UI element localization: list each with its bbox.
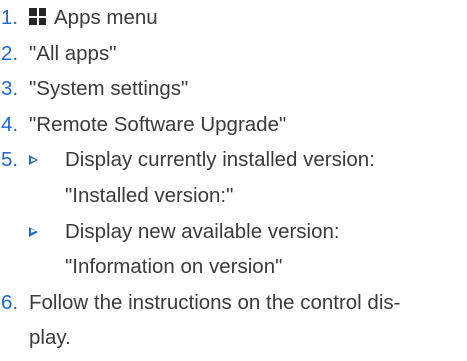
sub-step-new-version: Display new available version: "Informat… [29,214,467,285]
step-number: 2. [1,41,19,65]
sub-step-value: "Installed version:" [65,183,234,207]
triangle-bullet-icon [29,226,38,237]
step-number: 4. [1,112,19,136]
step-text: "System settings" [29,77,189,101]
instruction-steps: 1. Apps menu 2. "All apps" 3. "System se… [0,0,467,356]
step-4: 4. "Remote Software Upgrade" [0,107,467,143]
step-number: 5. [1,148,19,172]
sub-step-installed-version: Display currently installed version: "In… [29,142,467,213]
step-text: "All apps" [29,41,117,65]
step-text: "Remote Software Upgrade" [29,112,287,136]
sub-step-value: "Information on version" [65,255,283,279]
step-text: Follow the instructions on the control d… [29,290,401,314]
step-3: 3. "System settings" [0,71,467,107]
triangle-bullet-icon [29,155,38,166]
step-text: Apps menu [54,6,158,29]
sub-step-text: Display new available version: [65,219,340,243]
step-6: 6. Follow the instructions on the contro… [0,285,467,356]
step-1: 1. Apps menu [0,0,467,36]
step-2: 2. "All apps" [0,36,467,72]
step-text-continued: play. [29,326,71,350]
apps-grid-icon [29,8,46,25]
step-number: 1. [1,6,19,29]
step-number: 6. [1,290,19,314]
sub-step-text: Display currently installed version: [65,148,375,172]
step-5: 5. Display currently installed version: … [0,142,467,284]
step-number: 3. [1,77,19,101]
